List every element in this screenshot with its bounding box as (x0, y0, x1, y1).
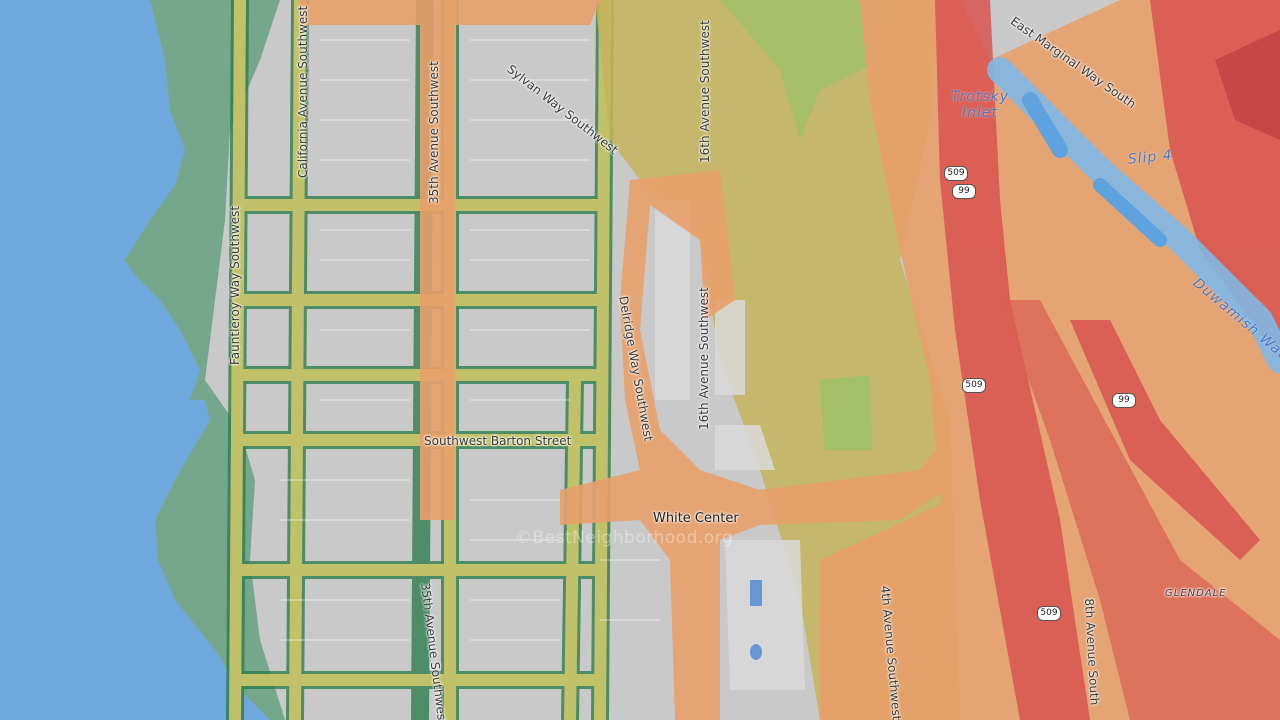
label-fauntleroy-way: Fauntleroy Way Southwest (228, 205, 242, 365)
label-glendale: GLENDALE (1165, 588, 1227, 599)
label-trotsky-inlet: Trotsky Inlet (951, 89, 1009, 121)
watermark: ©BestNeighborhood.org (515, 528, 734, 548)
label-16th-ave-north: 16th Avenue Southwest (698, 20, 712, 163)
pond (750, 580, 762, 606)
label-california-ave: California Avenue Southwest (296, 5, 310, 178)
label-barton-street: Southwest Barton Street (424, 434, 572, 448)
shield-99-north: 99 (952, 184, 976, 199)
zone-green-patch (820, 375, 872, 450)
label-16th-ave-south: 16th Avenue Southwest (697, 287, 711, 430)
shield-509-middle: 509 (962, 378, 986, 393)
shield-509-north: 509 (944, 166, 968, 181)
label-white-center: White Center (653, 511, 739, 526)
shield-509-south: 509 (1037, 606, 1061, 621)
label-35th-ave-north: 35th Avenue Southwest (427, 61, 441, 204)
shield-99-east: 99 (1112, 393, 1136, 408)
map-canvas[interactable]: Fauntleroy Way Southwest California Aven… (0, 0, 1280, 720)
pond-small (750, 644, 762, 660)
